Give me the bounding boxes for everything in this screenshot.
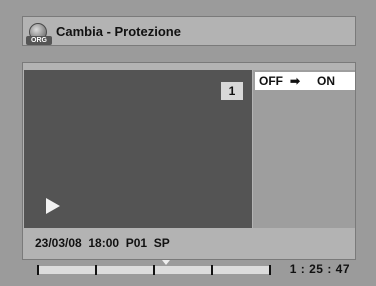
- recording-info: 23/03/08 18:00 P01 SP: [35, 236, 170, 250]
- chapter-mark: [211, 265, 213, 275]
- chapter-mark: [269, 265, 271, 275]
- arrow-right-icon: ➡: [290, 74, 301, 88]
- chapter-mark: [95, 265, 97, 275]
- progress-row: 1 : 25 : 47: [22, 260, 356, 280]
- main-panel: 1 OFF ➡ ON 23/03/08 18:00 P01 SP: [22, 62, 356, 260]
- chapter-mark: [153, 265, 155, 275]
- chapter-mark: [37, 265, 39, 275]
- video-preview: 1: [24, 70, 252, 228]
- on-label: ON: [317, 74, 335, 88]
- title-number-badge: 1: [221, 82, 243, 100]
- progress-bar: [37, 260, 271, 275]
- title-bar: ORG Cambia - Protezione: [22, 16, 356, 46]
- dvd-menu-screen: ORG Cambia - Protezione 1 OFF ➡ ON 23/03…: [0, 0, 376, 286]
- play-icon: [46, 198, 60, 214]
- page-title: Cambia - Protezione: [56, 24, 181, 39]
- option-panel: OFF ➡ ON: [253, 70, 355, 228]
- playback-position-marker: [161, 260, 170, 265]
- elapsed-time: 1 : 25 : 47: [289, 262, 350, 276]
- protection-option[interactable]: OFF ➡ ON: [255, 72, 355, 90]
- off-label: OFF: [259, 74, 283, 88]
- org-icon-label: ORG: [26, 36, 52, 45]
